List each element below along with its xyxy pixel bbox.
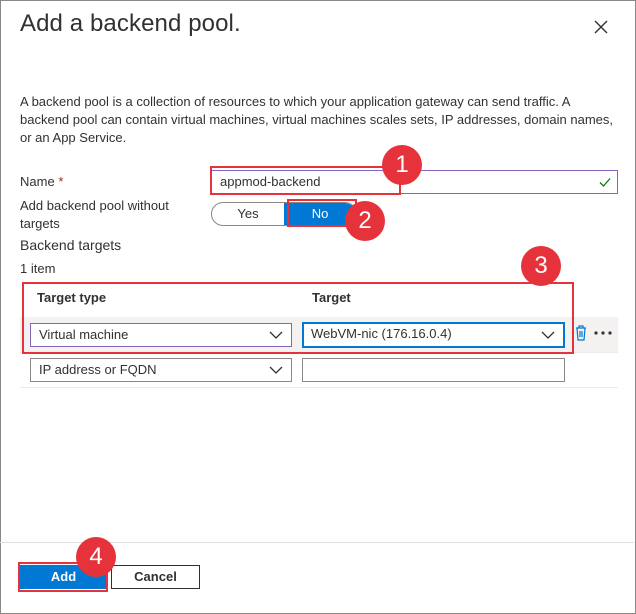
row-divider (20, 352, 618, 353)
check-icon (599, 178, 611, 187)
target-type-select[interactable]: Virtual machine (30, 323, 292, 347)
table-header: Target type Target (20, 283, 618, 315)
more-options-icon[interactable] (593, 328, 613, 338)
chevron-down-icon (269, 366, 283, 374)
column-header-target: Target (312, 290, 351, 305)
required-indicator: * (58, 174, 64, 189)
name-input-value: appmod-backend (220, 174, 321, 189)
annotation-badge-3: 3 (521, 246, 561, 286)
delete-icon[interactable] (574, 324, 588, 342)
toggle-yes[interactable]: Yes (212, 203, 284, 225)
target-input-empty[interactable] (302, 358, 565, 382)
items-count: 1 item (20, 261, 56, 276)
chevron-down-icon (269, 331, 283, 339)
target-type-value-empty: IP address or FQDN (39, 362, 157, 377)
target-type-select-empty[interactable]: IP address or FQDN (30, 358, 292, 382)
row-divider (20, 387, 618, 388)
target-type-value: Virtual machine (39, 327, 129, 342)
without-targets-label: Add backend pool without targets (20, 198, 169, 231)
target-value: WebVM-nic (176.16.0.4) (311, 326, 452, 341)
column-header-target-type: Target type (37, 290, 107, 305)
dialog-description: A backend pool is a collection of resour… (20, 94, 614, 145)
annotation-badge-4: 4 (76, 537, 116, 577)
target-select[interactable]: WebVM-nic (176.16.0.4) (302, 322, 565, 348)
cancel-button[interactable]: Cancel (111, 565, 200, 589)
backend-targets-label: Backend targets (20, 237, 122, 253)
chevron-down-icon (541, 331, 555, 339)
name-label: Name * (20, 173, 63, 191)
annotation-badge-1: 1 (382, 145, 422, 185)
name-label-text: Name (20, 174, 55, 189)
annotation-badge-2: 2 (345, 201, 385, 241)
close-icon[interactable] (590, 16, 612, 38)
dialog-title: Add a backend pool. (20, 10, 241, 37)
without-targets-toggle[interactable]: Yes No (211, 202, 357, 226)
